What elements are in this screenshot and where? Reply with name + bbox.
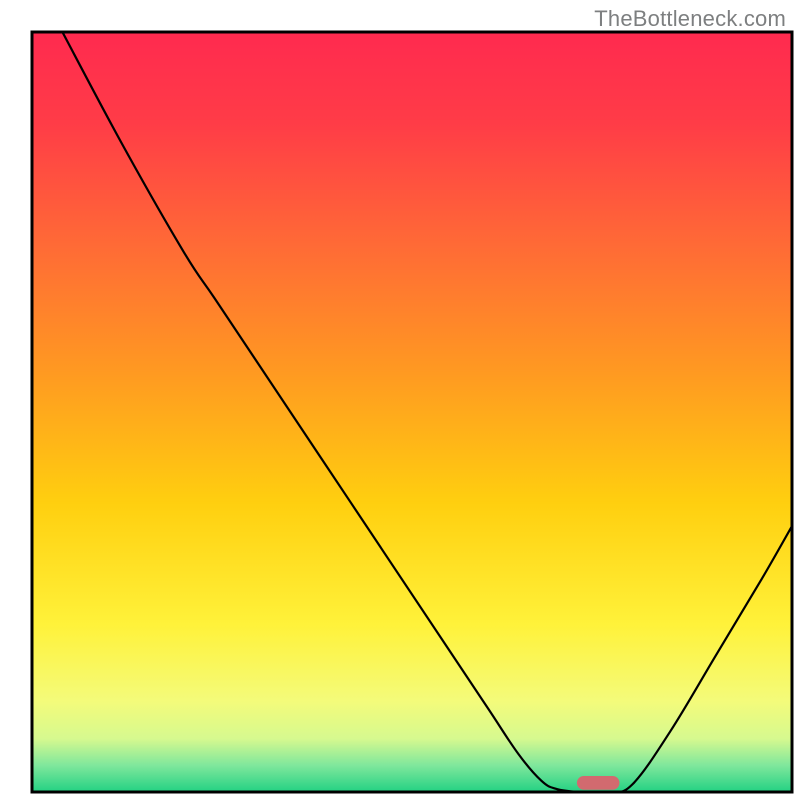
plot-background [32,32,792,792]
optimal-marker [577,776,620,790]
bottleneck-chart [0,0,800,800]
chart-container: TheBottleneck.com [0,0,800,800]
watermark-label: TheBottleneck.com [594,6,786,32]
